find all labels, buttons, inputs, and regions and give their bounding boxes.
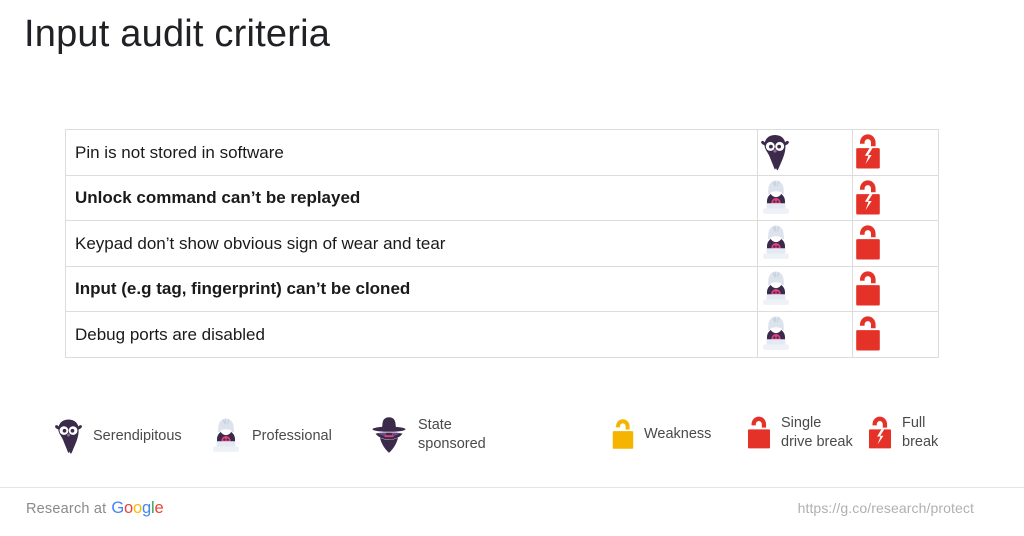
- legend-label: Full break: [902, 415, 939, 450]
- attacker-cell: [757, 129, 853, 176]
- legend-label: Weakness: [644, 426, 712, 443]
- lock-cell: [852, 174, 939, 221]
- attacker-cell: [757, 265, 853, 312]
- professional-icon: [758, 224, 852, 262]
- serendipitous-icon: [758, 133, 852, 171]
- state-sponsored-icon: [368, 414, 410, 456]
- audit-criteria-table: Pin is not stored in software Unlock com…: [65, 129, 939, 358]
- professional-icon: [758, 179, 852, 217]
- google-letter-g2: g: [142, 499, 151, 517]
- legend-item-serendipitous: Serendipitous: [52, 416, 182, 456]
- footer-brand: Research at Google: [26, 499, 164, 518]
- page-title: Input audit criteria: [24, 13, 331, 55]
- lock-cell: [852, 265, 939, 312]
- table-body: Pin is not stored in software Unlock com…: [65, 129, 939, 358]
- weakness-lock-icon: [610, 418, 636, 451]
- legend-item-state-sponsored: State sponsored: [368, 414, 486, 456]
- table-row: Pin is not stored in software: [65, 129, 939, 176]
- professional-icon: [208, 416, 244, 456]
- google-letter-g1: G: [111, 499, 125, 517]
- single-drive-break-icon: [853, 224, 938, 262]
- table-row: Unlock command can’t be replayed: [65, 174, 939, 221]
- table-row: Input (e.g tag, fingerprint) can’t be cl…: [65, 265, 939, 312]
- single-drive-break-icon: [745, 415, 773, 451]
- attacker-cell: [757, 311, 853, 358]
- criterion-label: Pin is not stored in software: [75, 142, 284, 162]
- legend: Serendipitous Professional State sponsor…: [0, 404, 1024, 476]
- lock-cell: [852, 129, 939, 176]
- google-letter-o2: o: [133, 499, 142, 517]
- footer-brand-prefix: Research at: [26, 501, 107, 517]
- footer-url[interactable]: https://g.co/research/protect: [798, 500, 974, 516]
- criterion-cell: Unlock command can’t be replayed: [65, 174, 758, 221]
- attacker-cell: [757, 174, 853, 221]
- criterion-cell: Keypad don’t show obvious sign of wear a…: [65, 220, 758, 267]
- legend-item-full-break: Full break: [866, 414, 938, 451]
- criterion-label: Debug ports are disabled: [75, 324, 265, 344]
- google-letter-o1: o: [124, 499, 134, 517]
- criterion-label: Keypad don’t show obvious sign of wear a…: [75, 233, 446, 253]
- legend-label: State sponsored: [418, 417, 486, 452]
- single-drive-break-icon: [853, 315, 938, 353]
- serendipitous-icon: [52, 416, 85, 456]
- criterion-label: Input (e.g tag, fingerprint) can’t be cl…: [75, 279, 411, 299]
- table-row: Keypad don’t show obvious sign of wear a…: [65, 220, 939, 267]
- lock-cell: [852, 220, 939, 267]
- table-row: Debug ports are disabled: [65, 311, 939, 358]
- criterion-cell: Input (e.g tag, fingerprint) can’t be cl…: [65, 265, 758, 312]
- legend-item-professional: Professional: [208, 416, 332, 456]
- legend-label: Professional: [252, 427, 332, 444]
- professional-icon: [758, 315, 852, 353]
- full-break-icon: [866, 415, 894, 451]
- google-letter-e: e: [154, 499, 164, 517]
- criterion-label: Unlock command can’t be replayed: [75, 188, 361, 208]
- criterion-cell: Pin is not stored in software: [65, 129, 758, 176]
- footer-divider: [0, 487, 1024, 488]
- legend-item-single-drive-break: Single drive break: [745, 414, 853, 451]
- google-logo: Google: [111, 499, 163, 518]
- legend-item-weakness: Weakness: [610, 418, 711, 451]
- full-break-icon: [853, 133, 938, 171]
- legend-label: Serendipitous: [93, 427, 182, 444]
- full-break-icon: [853, 179, 938, 217]
- attacker-cell: [757, 220, 853, 267]
- legend-label: Single drive break: [781, 415, 853, 450]
- lock-cell: [852, 311, 939, 358]
- professional-icon: [758, 270, 852, 308]
- single-drive-break-icon: [853, 270, 938, 308]
- criterion-cell: Debug ports are disabled: [65, 311, 758, 358]
